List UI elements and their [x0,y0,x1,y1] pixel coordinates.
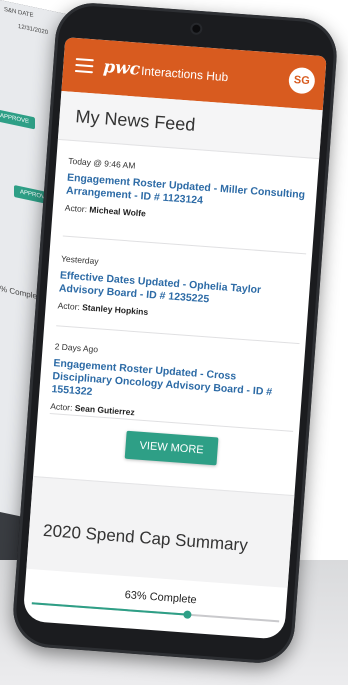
laptop-approve-button: APPROVE [0,108,36,130]
avatar[interactable]: SG [287,66,316,95]
actor-name: Stanley Hopkins [81,302,149,317]
hamburger-menu-icon[interactable] [74,58,94,74]
view-more-button[interactable]: VIEW MORE [124,430,219,466]
news-item: Today @ 9:46 AM Engagement Roster Update… [65,156,313,231]
news-item: Yesterday Effective Dates Updated - Ophe… [57,253,305,328]
app-title: Interactions Hub [140,63,229,85]
laptop-date: 12/31/2020 [18,23,49,37]
phone-screen: pwc Interactions Hub SG My News Feed Tod… [22,37,327,640]
progress-label: 63% Complete [124,589,198,607]
phone: pwc Interactions Hub SG My News Feed Tod… [10,0,340,666]
actor-label: Actor: [64,202,88,215]
divider [56,325,300,345]
actor-label: Actor: [57,300,81,312]
progress-fill [31,602,188,616]
progress-track [31,602,280,623]
divider [62,235,307,255]
laptop-column-header: S&N DATE [4,6,34,20]
actor-label: Actor: [49,401,73,413]
progress-knob [183,610,192,619]
brand-logo: pwc [102,57,141,80]
actor-name: Micheal Wolfe [89,204,147,219]
